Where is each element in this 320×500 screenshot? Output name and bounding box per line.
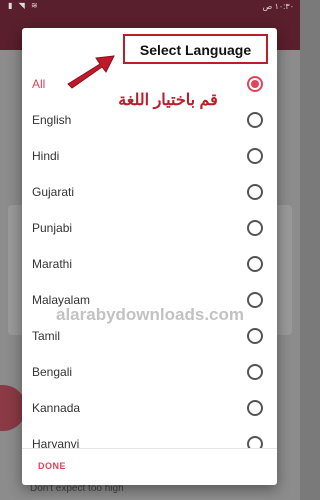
radio-button[interactable] bbox=[247, 364, 263, 380]
language-label: All bbox=[32, 77, 46, 91]
language-label: Punjabi bbox=[32, 221, 73, 235]
radio-button[interactable] bbox=[247, 112, 263, 128]
radio-button[interactable] bbox=[247, 220, 263, 236]
language-option-bengali[interactable]: Bengali bbox=[22, 354, 277, 390]
dialog-title-highlight: Select Language bbox=[123, 34, 268, 64]
radio-button[interactable] bbox=[247, 148, 263, 164]
radio-button[interactable] bbox=[247, 328, 263, 344]
dialog-divider bbox=[22, 448, 277, 449]
radio-button[interactable] bbox=[247, 400, 263, 416]
status-time: ١٠:٣٠ ص bbox=[262, 2, 294, 11]
language-label: Hindi bbox=[32, 149, 60, 163]
radio-button-checked[interactable] bbox=[247, 76, 263, 92]
language-label: Gujarati bbox=[32, 185, 75, 199]
watermark-text: alarabydownloads.com bbox=[56, 305, 244, 324]
radio-button[interactable] bbox=[247, 436, 263, 448]
language-option-kannada[interactable]: Kannada bbox=[22, 390, 277, 426]
done-button[interactable]: DONE bbox=[38, 461, 66, 471]
language-label: Bengali bbox=[32, 365, 73, 379]
annotation-arrow-icon bbox=[67, 55, 115, 89]
language-label: Tamil bbox=[32, 329, 61, 343]
arabic-instruction-text: قم باختيار اللغة bbox=[118, 92, 218, 109]
language-option-marathi[interactable]: Marathi bbox=[22, 246, 277, 282]
language-option-gujarati[interactable]: Gujarati bbox=[22, 174, 277, 210]
language-label: Marathi bbox=[32, 257, 73, 271]
radio-button[interactable] bbox=[247, 184, 263, 200]
dialog-title: Select Language bbox=[139, 42, 252, 58]
language-label: Kannada bbox=[32, 401, 81, 415]
status-bar: ▮ ◥ ≋ ١٠:٣٠ ص bbox=[0, 0, 300, 14]
language-option-haryanvi[interactable]: Haryanvi bbox=[22, 426, 277, 448]
status-icons: ▮ ◥ ≋ bbox=[8, 1, 40, 10]
radio-button[interactable] bbox=[247, 256, 263, 272]
language-label: Haryanvi bbox=[32, 437, 80, 448]
language-label: English bbox=[32, 113, 72, 127]
language-list: All English Hindi Gujarati Punjabi Marat… bbox=[22, 66, 277, 448]
language-option-hindi[interactable]: Hindi bbox=[22, 138, 277, 174]
language-option-punjabi[interactable]: Punjabi bbox=[22, 210, 277, 246]
